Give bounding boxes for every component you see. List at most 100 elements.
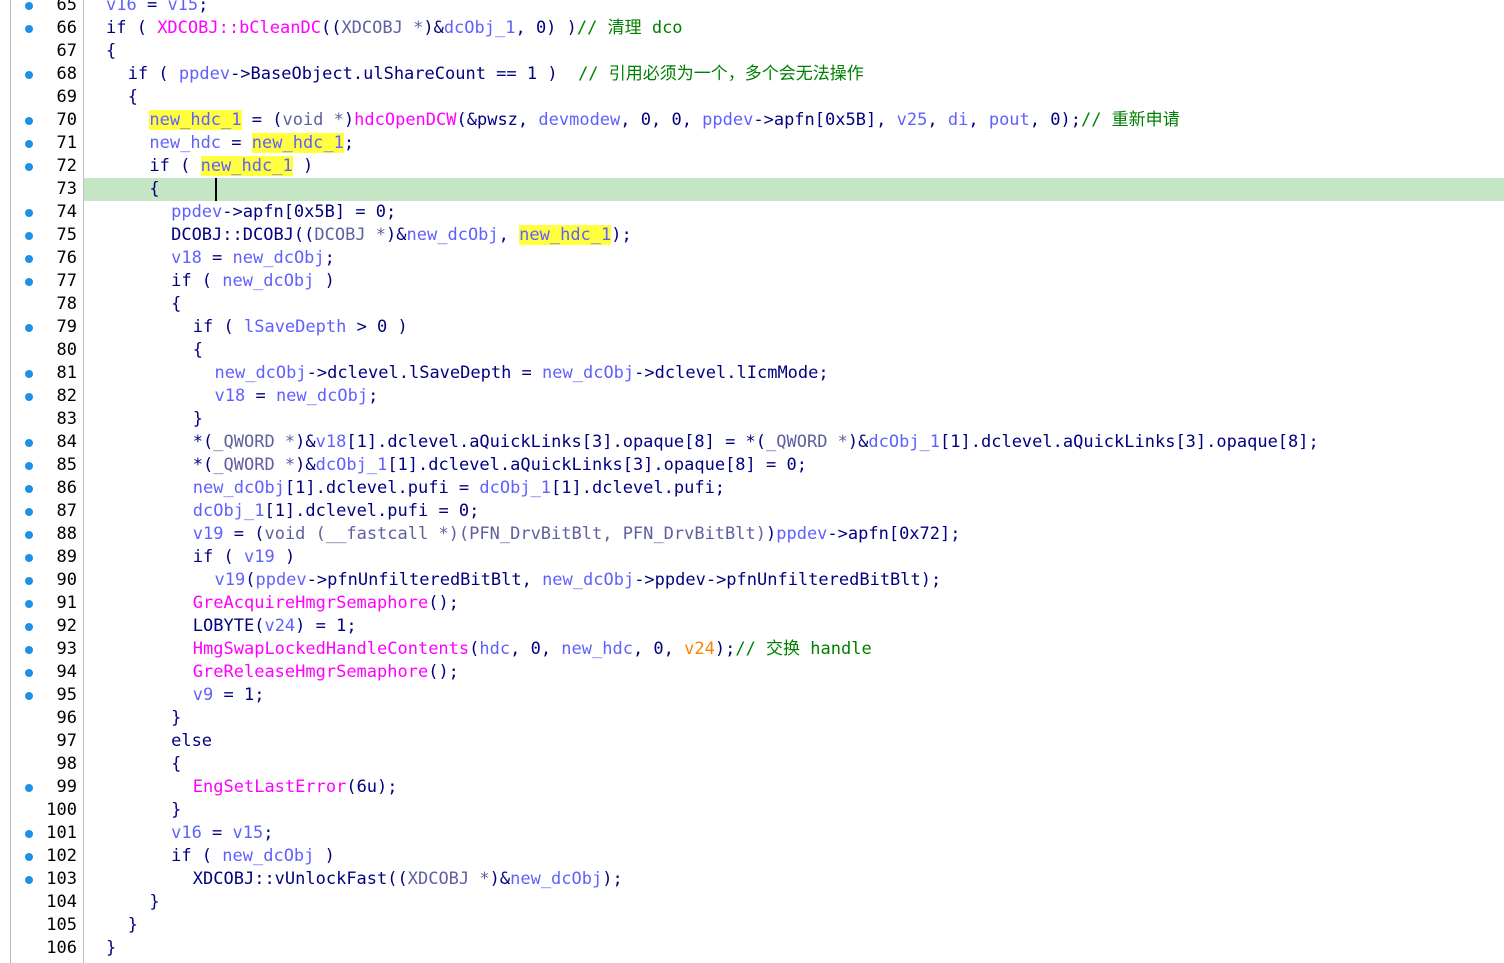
code-text[interactable]: *(_QWORD *)&v18[1].dclevel.aQuickLinks[3… (193, 431, 1319, 454)
code-token[interactable]: if ( (106, 18, 157, 38)
code-token[interactable]: )& (295, 455, 315, 475)
code-token[interactable]: v18 (316, 432, 347, 452)
code-text[interactable]: { (128, 86, 138, 109)
code-line[interactable]: 84 *(_QWORD *)&v18[1].dclevel.aQuickLinks… (0, 431, 1504, 454)
code-line[interactable]: 69 { (0, 86, 1504, 109)
breakpoint-dot-icon[interactable] (25, 163, 33, 171)
code-token[interactable]: [1].dclevel.aQuickLinks[3].opaque[8] = 0… (387, 455, 807, 475)
code-token[interactable]: ->apfn[0x5B], (753, 110, 896, 130)
code-text[interactable]: dcObj_1[1].dclevel.pufi = 0; (193, 500, 480, 523)
code-token[interactable]: ) (293, 156, 313, 176)
code-token[interactable]: XDCOBJ::vUnlockFast(( (193, 869, 408, 889)
code-line[interactable]: 99 EngSetLastError(6u); (0, 776, 1504, 799)
code-line[interactable]: 95 v9 = 1; (0, 684, 1504, 707)
code-token[interactable]: ( (469, 639, 479, 659)
code-token[interactable]: EngSetLastError (193, 777, 347, 797)
code-token[interactable]: [1].dclevel.pufi = 0; (264, 501, 479, 521)
code-text[interactable]: if ( new_hdc_1 ) (149, 155, 313, 178)
code-token[interactable]: devmodew (538, 110, 620, 130)
code-text[interactable]: v19 = (void (__fastcall *)(PFN_DrvBitBlt… (193, 523, 961, 546)
code-line[interactable]: 70 new_hdc_1 = (void *)hdcOpenDCW(&pwsz, … (0, 109, 1504, 132)
code-token[interactable]: ) (314, 846, 335, 866)
breakpoint-dot-icon[interactable] (25, 508, 33, 516)
code-token[interactable]: [1].dclevel.aQuickLinks[3].opaque[8]; (940, 432, 1319, 452)
code-token[interactable]: ppdev (776, 524, 827, 544)
code-token[interactable]: (); (428, 662, 459, 682)
code-token[interactable]: (( (321, 18, 341, 38)
code-token[interactable]: *( (193, 432, 213, 452)
breakpoint-dot-icon[interactable] (25, 71, 33, 79)
code-token[interactable]: v16 (106, 0, 137, 15)
breakpoint-dot-icon[interactable] (25, 439, 33, 447)
code-line[interactable]: 73 { (0, 178, 1504, 201)
code-text[interactable]: v16 = v15; (106, 0, 208, 17)
code-token[interactable]: new_hdc (561, 639, 633, 659)
breakpoint-dot-icon[interactable] (25, 646, 33, 654)
code-token[interactable]: { (128, 87, 138, 107)
code-text[interactable]: } (171, 707, 181, 730)
code-token[interactable]: XDCOBJ * (408, 869, 490, 889)
code-token[interactable]: // 交换 handle (735, 639, 871, 659)
code-token[interactable]: ( (245, 570, 255, 590)
code-token[interactable]: ppdev (702, 110, 753, 130)
code-token[interactable]: new_dcObj (233, 248, 325, 268)
code-line[interactable]: 72 if ( new_hdc_1 ) (0, 155, 1504, 178)
code-token[interactable]: , (499, 225, 519, 245)
code-token[interactable]: _QWORD * (213, 432, 295, 452)
breakpoint-dot-icon[interactable] (25, 531, 33, 539)
code-token[interactable]: new_dcObj (542, 363, 634, 383)
code-token[interactable]: [1].dclevel.pufi = (285, 478, 479, 498)
code-token[interactable]: new_hdc (149, 133, 221, 153)
code-token[interactable]: = (245, 386, 276, 406)
code-token[interactable]: dcObj_1 (193, 501, 265, 521)
breakpoint-dot-icon[interactable] (25, 876, 33, 884)
code-line[interactable]: 74 ppdev->apfn[0x5B] = 0; (0, 201, 1504, 224)
code-line[interactable]: 103 XDCOBJ::vUnlockFast((XDCOBJ *)&new_dc… (0, 868, 1504, 891)
code-token[interactable]: ) (314, 271, 335, 291)
code-token[interactable]: ; (325, 248, 335, 268)
code-line[interactable]: 86 new_dcObj[1].dclevel.pufi = dcObj_1[1]… (0, 477, 1504, 500)
code-token[interactable]: , (968, 110, 988, 130)
code-line[interactable]: 68 if ( ppdev->BaseObject.ulShareCount ==… (0, 63, 1504, 86)
code-token[interactable]: } (128, 915, 138, 935)
code-token[interactable]: = 1; (213, 685, 265, 705)
code-line[interactable]: 66 if ( XDCOBJ::bCleanDC((XDCOBJ *)&dcObj… (0, 17, 1504, 40)
code-token[interactable]: { (171, 754, 181, 774)
code-token[interactable]: hdcOpenDCW (354, 110, 456, 130)
code-token[interactable]: = (202, 823, 233, 843)
code-token[interactable]: if ( (171, 271, 222, 291)
code-text[interactable]: } (193, 408, 203, 431)
breakpoint-dot-icon[interactable] (25, 600, 33, 608)
code-token[interactable]: ->ppdev->pfnUnfilteredBitBlt); (634, 570, 941, 590)
code-line[interactable]: 77 if ( new_dcObj ) (0, 270, 1504, 293)
code-token[interactable]: v9 (193, 685, 213, 705)
code-token[interactable]: if ( (193, 317, 244, 337)
code-token[interactable]: ; (344, 133, 354, 153)
code-text[interactable]: EngSetLastError(6u); (193, 776, 398, 799)
highlighted-identifier[interactable]: new_hdc_1 (519, 225, 612, 245)
code-token[interactable]: (); (428, 593, 459, 613)
code-text[interactable]: } (149, 891, 159, 914)
breakpoint-dot-icon[interactable] (25, 278, 33, 286)
code-line[interactable]: 93 HmgSwapLockedHandleContents(hdc, 0, ne… (0, 638, 1504, 661)
breakpoint-dot-icon[interactable] (25, 692, 33, 700)
breakpoint-dot-icon[interactable] (25, 577, 33, 585)
code-token[interactable]: hdc (479, 639, 510, 659)
code-line[interactable]: 85 *(_QWORD *)&dcObj_1[1].dclevel.aQuickL… (0, 454, 1504, 477)
breakpoint-dot-icon[interactable] (25, 232, 33, 240)
code-token[interactable]: ->dclevel.lSaveDepth = (307, 363, 542, 383)
code-text[interactable]: LOBYTE(v24) = 1; (193, 615, 357, 638)
code-token[interactable]: } (171, 708, 181, 728)
code-token[interactable]: new_dcObj (407, 225, 499, 245)
code-token[interactable]: = (202, 248, 233, 268)
code-token[interactable]: ppdev (255, 570, 306, 590)
code-token[interactable]: HmgSwapLockedHandleContents (193, 639, 469, 659)
code-token[interactable]: ); (602, 869, 622, 889)
code-token[interactable]: if ( (149, 156, 200, 176)
code-token[interactable]: = (137, 0, 168, 15)
code-token[interactable]: ->apfn[0x72]; (827, 524, 960, 544)
code-text[interactable]: new_hdc = new_hdc_1; (149, 132, 354, 155)
code-token[interactable]: ppdev (171, 202, 222, 222)
code-line[interactable]: 98 { (0, 753, 1504, 776)
code-token[interactable]: } (106, 938, 116, 958)
